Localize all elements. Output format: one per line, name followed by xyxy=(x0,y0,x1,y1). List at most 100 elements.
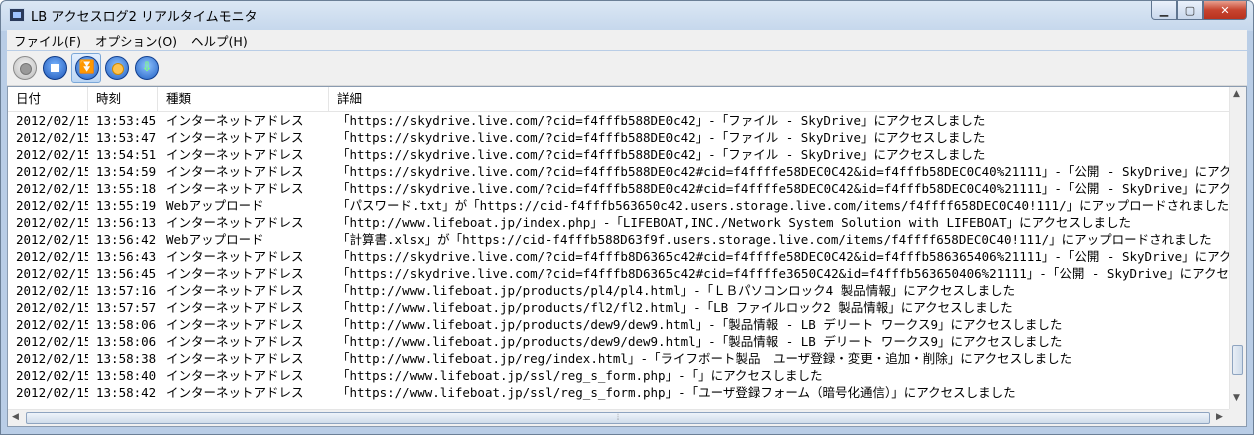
cell-time: 13:55:18 xyxy=(96,181,157,196)
log-rows: 2012/02/15 13:53:45 インターネットアドレス 「https://sk… xyxy=(8,112,1230,406)
minimize-button[interactable]: ▁ xyxy=(1151,1,1177,20)
cell-type: インターネットアドレス xyxy=(166,300,304,315)
cell-date: 2012/02/15 xyxy=(16,317,88,332)
cell-time: 13:55:19 xyxy=(96,198,157,213)
cell-date: 2012/02/15 xyxy=(16,164,88,179)
table-row[interactable]: 2012/02/15 13:55:19 Webアップロード 「パスワード.txt」が「… xyxy=(8,197,1230,214)
cell-time: 13:57:57 xyxy=(96,300,157,315)
cell-detail: 「https://skydrive.live.com/?cid=f4fffb8D… xyxy=(337,249,1230,264)
horizontal-scroll-thumb[interactable]: ⦙ xyxy=(26,412,1210,424)
cell-time: 13:58:06 xyxy=(96,334,157,349)
autoscroll-toggle[interactable]: ⏬ xyxy=(71,53,101,83)
vertical-scroll-thumb[interactable] xyxy=(1232,345,1243,375)
cell-type: インターネットアドレス xyxy=(166,385,304,400)
cell-type: インターネットアドレス xyxy=(166,368,304,383)
menu-options[interactable]: オプション(O) xyxy=(88,31,184,50)
scroll-up-icon[interactable]: ▲ xyxy=(1233,89,1240,99)
cell-detail: 「https://www.lifeboat.jp/ssl/reg_s_form.… xyxy=(337,385,1016,400)
cell-detail: 「http://www.lifeboat.jp/index.php」-「LIFE… xyxy=(337,215,1132,230)
menu-file[interactable]: ファイル(F) xyxy=(7,31,88,50)
cell-date: 2012/02/15 xyxy=(16,300,88,315)
close-icon: ✕ xyxy=(1220,3,1230,17)
cell-type: インターネットアドレス xyxy=(166,113,304,128)
cell-time: 13:53:47 xyxy=(96,130,157,145)
cell-date: 2012/02/15 xyxy=(16,113,88,128)
cell-date: 2012/02/15 xyxy=(16,249,88,264)
table-row[interactable]: 2012/02/15 13:58:38 インターネットアドレス 「http://www… xyxy=(8,350,1230,367)
stop-button[interactable] xyxy=(43,56,67,80)
cell-date: 2012/02/15 xyxy=(16,130,88,145)
table-row[interactable]: 2012/02/15 13:58:06 インターネットアドレス 「http://www… xyxy=(8,316,1230,333)
cell-date: 2012/02/15 xyxy=(16,368,88,383)
cell-type: インターネットアドレス xyxy=(166,249,304,264)
table-row[interactable]: 2012/02/15 13:57:57 インターネットアドレス 「http://www… xyxy=(8,299,1230,316)
monitor-app-icon[interactable] xyxy=(9,8,25,22)
cell-date: 2012/02/15 xyxy=(16,147,88,162)
table-row[interactable]: 2012/02/15 13:56:42 Webアップロード 「計算書.xlsx」が「h… xyxy=(8,231,1230,248)
cell-detail: 「http://www.lifeboat.jp/products/pl4/pl4… xyxy=(337,283,1016,298)
menu-help[interactable]: ヘルプ(H) xyxy=(184,31,255,50)
download-button[interactable]: ⇩ xyxy=(135,56,159,80)
table-row[interactable]: 2012/02/15 13:56:13 インターネットアドレス 「http://www… xyxy=(8,214,1230,231)
scroll-down-arrow-icon[interactable]: ▼ xyxy=(1233,393,1240,403)
table-row[interactable]: 2012/02/15 13:53:47 インターネットアドレス 「https://sk… xyxy=(8,129,1230,146)
table-row[interactable]: 2012/02/15 13:58:06 インターネットアドレス 「http://www… xyxy=(8,333,1230,350)
cell-detail: 「https://skydrive.live.com/?cid=f4fffb8D… xyxy=(337,266,1230,281)
log-list[interactable]: 日付 時刻 種類 詳細 2012/02/15 13:53:45 インターネットアドレ… xyxy=(7,86,1247,427)
table-row[interactable]: 2012/02/15 13:53:45 インターネットアドレス 「https://sk… xyxy=(8,112,1230,129)
cell-date: 2012/02/15 xyxy=(16,283,88,298)
table-row[interactable]: 2012/02/15 13:56:43 インターネットアドレス 「https://sk… xyxy=(8,248,1230,265)
cell-time: 13:56:45 xyxy=(96,266,157,281)
cell-detail: 「https://skydrive.live.com/?cid=f4fffb58… xyxy=(337,147,986,162)
cell-date: 2012/02/15 xyxy=(16,351,88,366)
scroll-down-icon: ⏬ xyxy=(75,56,99,80)
cell-time: 13:56:42 xyxy=(96,232,157,247)
scroll-right-icon[interactable]: ▶ xyxy=(1216,412,1223,422)
table-row[interactable]: 2012/02/15 13:55:18 インターネットアドレス 「https://sk… xyxy=(8,180,1230,197)
scroll-corner xyxy=(1229,409,1246,426)
maximize-icon: ▢ xyxy=(1184,3,1196,17)
minimize-icon: ▁ xyxy=(1159,3,1169,17)
table-row[interactable]: 2012/02/15 13:58:40 インターネットアドレス 「https://ww… xyxy=(8,367,1230,384)
maximize-button[interactable]: ▢ xyxy=(1177,1,1203,20)
horizontal-scrollbar[interactable]: ◀ ⦙ ▶ xyxy=(8,409,1230,426)
cell-time: 13:58:06 xyxy=(96,317,157,332)
column-header-time[interactable]: 時刻 xyxy=(88,87,158,111)
cell-detail: 「http://www.lifeboat.jp/products/dew9/de… xyxy=(337,334,1063,349)
vertical-scrollbar[interactable]: ▲ ▼ xyxy=(1229,87,1246,409)
column-header-detail[interactable]: 詳細 xyxy=(329,87,1230,111)
table-row[interactable]: 2012/02/15 13:54:59 インターネットアドレス 「https://sk… xyxy=(8,163,1230,180)
close-button[interactable]: ✕ xyxy=(1203,1,1247,20)
cell-time: 13:56:43 xyxy=(96,249,157,264)
scroll-left-icon[interactable]: ◀ xyxy=(12,412,19,422)
table-row[interactable]: 2012/02/15 13:57:16 インターネットアドレス 「http://www… xyxy=(8,282,1230,299)
caption-buttons: ▁ ▢ ✕ xyxy=(1151,1,1247,21)
cell-time: 13:57:16 xyxy=(96,283,157,298)
cell-time: 13:54:59 xyxy=(96,164,157,179)
cell-date: 2012/02/15 xyxy=(16,266,88,281)
cell-type: インターネットアドレス xyxy=(166,266,304,281)
record-button[interactable] xyxy=(13,56,37,80)
cell-detail: 「http://www.lifeboat.jp/reg/index.html」-… xyxy=(337,351,1073,366)
cell-type: インターネットアドレス xyxy=(166,351,304,366)
title-bar[interactable]: LB アクセスログ2 リアルタイムモニタ ▁ ▢ ✕ xyxy=(1,1,1253,29)
column-header-date[interactable]: 日付 xyxy=(8,87,88,111)
cell-date: 2012/02/15 xyxy=(16,198,88,213)
cell-detail: 「http://www.lifeboat.jp/products/dew9/de… xyxy=(337,317,1063,332)
cell-time: 13:58:42 xyxy=(96,385,157,400)
cell-detail: 「https://skydrive.live.com/?cid=f4fffb58… xyxy=(337,181,1230,196)
cell-time: 13:56:13 xyxy=(96,215,157,230)
cell-type: Webアップロード xyxy=(166,198,264,213)
burst-button[interactable] xyxy=(105,56,129,80)
cell-detail: 「https://www.lifeboat.jp/ssl/reg_s_form.… xyxy=(337,368,823,383)
column-header-type[interactable]: 種類 xyxy=(158,87,329,111)
table-row[interactable]: 2012/02/15 13:56:45 インターネットアドレス 「https://sk… xyxy=(8,265,1230,282)
table-row[interactable]: 2012/02/15 13:58:42 インターネットアドレス 「https://ww… xyxy=(8,384,1230,401)
table-row[interactable]: 2012/02/15 13:54:51 インターネットアドレス 「https://sk… xyxy=(8,146,1230,163)
cell-detail: 「http://www.lifeboat.jp/products/fl2/fl2… xyxy=(337,300,1013,315)
cell-date: 2012/02/15 xyxy=(16,232,88,247)
cell-type: インターネットアドレス xyxy=(166,334,304,349)
cell-date: 2012/02/15 xyxy=(16,334,88,349)
cell-time: 13:58:40 xyxy=(96,368,157,383)
cell-detail: 「https://skydrive.live.com/?cid=f4fffb58… xyxy=(337,130,986,145)
